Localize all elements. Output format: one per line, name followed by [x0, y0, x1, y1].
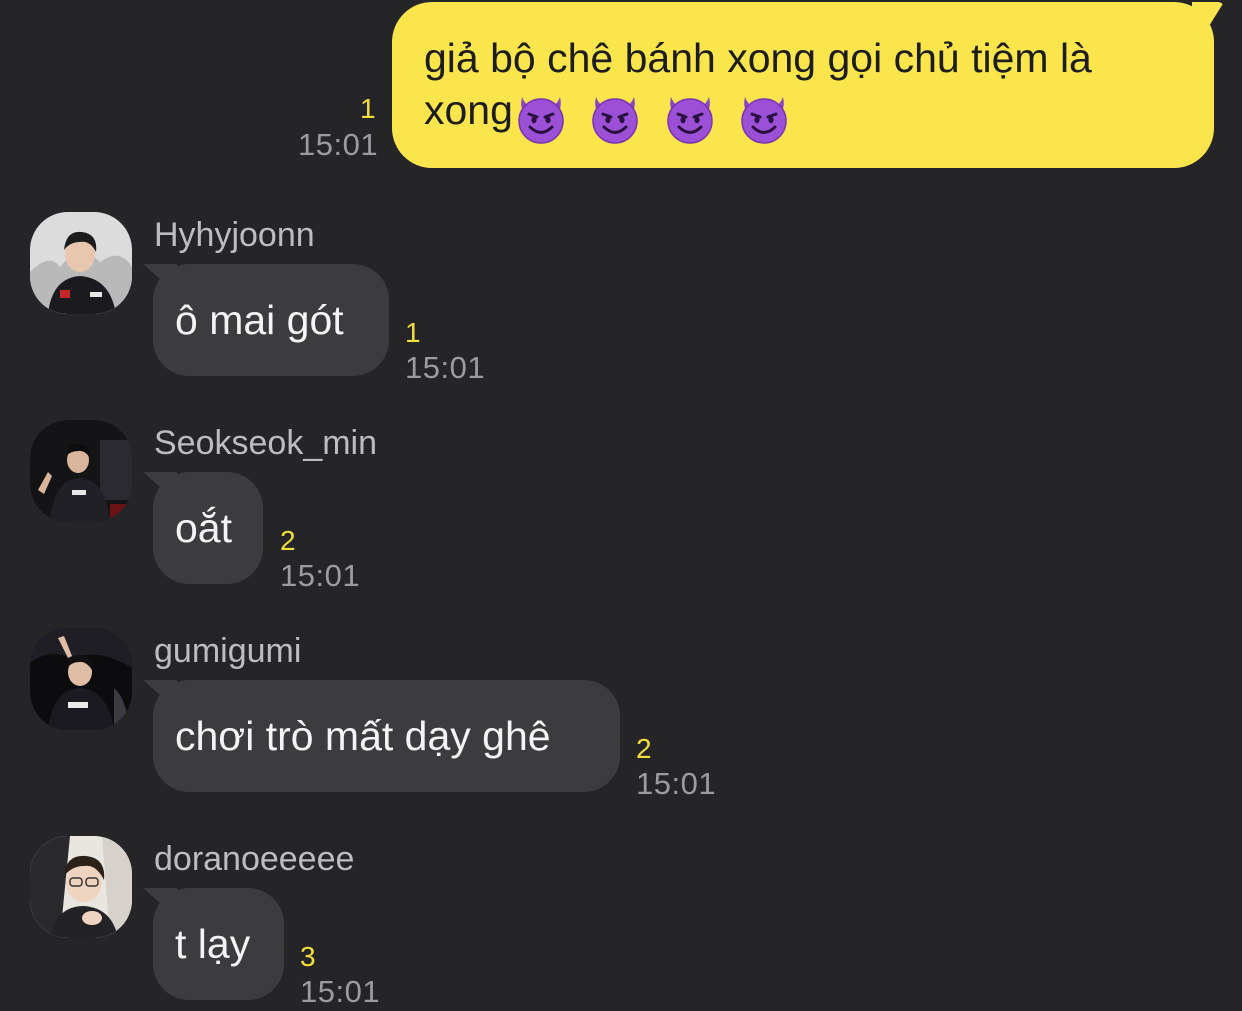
message-timestamp: 15:01	[300, 974, 381, 1009]
unread-count: 1	[405, 317, 421, 348]
message-timestamp: 15:01	[636, 766, 717, 801]
smiling-imp-icon	[587, 90, 643, 146]
message-row: Seokseok_min oắt 2 15:01	[0, 420, 1242, 610]
message-row: gumigumi chơi trò mất dạy ghê 2 15:01	[0, 628, 1242, 818]
outgoing-message-bubble[interactable]: giả bộ chê bánh xong gọi chủ tiệm là xon…	[392, 2, 1214, 168]
sender-name: Seokseok_min	[154, 424, 378, 462]
message-timestamp: 15:01	[298, 127, 379, 162]
avatar[interactable]	[30, 836, 132, 938]
message-bubble[interactable]: ô mai gót	[153, 264, 389, 376]
sender-name: Hyhyjoonn	[154, 216, 315, 254]
unread-count: 3	[300, 941, 316, 972]
message-row: Hyhyjoonn ô mai gót 1 15:01	[0, 212, 1242, 402]
emoji-group	[513, 90, 799, 146]
message-bubble[interactable]: chơi trò mất dạy ghê	[153, 680, 620, 792]
unread-count: 1	[360, 93, 376, 124]
avatar[interactable]	[30, 212, 132, 314]
message-bubble[interactable]: t lạy	[153, 888, 284, 1000]
sender-name: gumigumi	[154, 632, 302, 670]
message-row: doranoeeeee t lạy 3 15:01	[0, 836, 1242, 1011]
chat-view: giả bộ chê bánh xong gọi chủ tiệm là xon…	[0, 0, 1242, 1011]
smiling-imp-icon	[513, 90, 569, 146]
smiling-imp-icon	[662, 90, 718, 146]
avatar[interactable]	[30, 628, 132, 730]
unread-count: 2	[636, 733, 652, 764]
message-bubble[interactable]: oắt	[153, 472, 263, 584]
message-timestamp: 15:01	[280, 558, 361, 593]
message-timestamp: 15:01	[405, 350, 486, 385]
avatar[interactable]	[30, 420, 132, 522]
sender-name: doranoeeeee	[154, 840, 355, 878]
smiling-imp-icon	[736, 90, 792, 146]
unread-count: 2	[280, 525, 296, 556]
